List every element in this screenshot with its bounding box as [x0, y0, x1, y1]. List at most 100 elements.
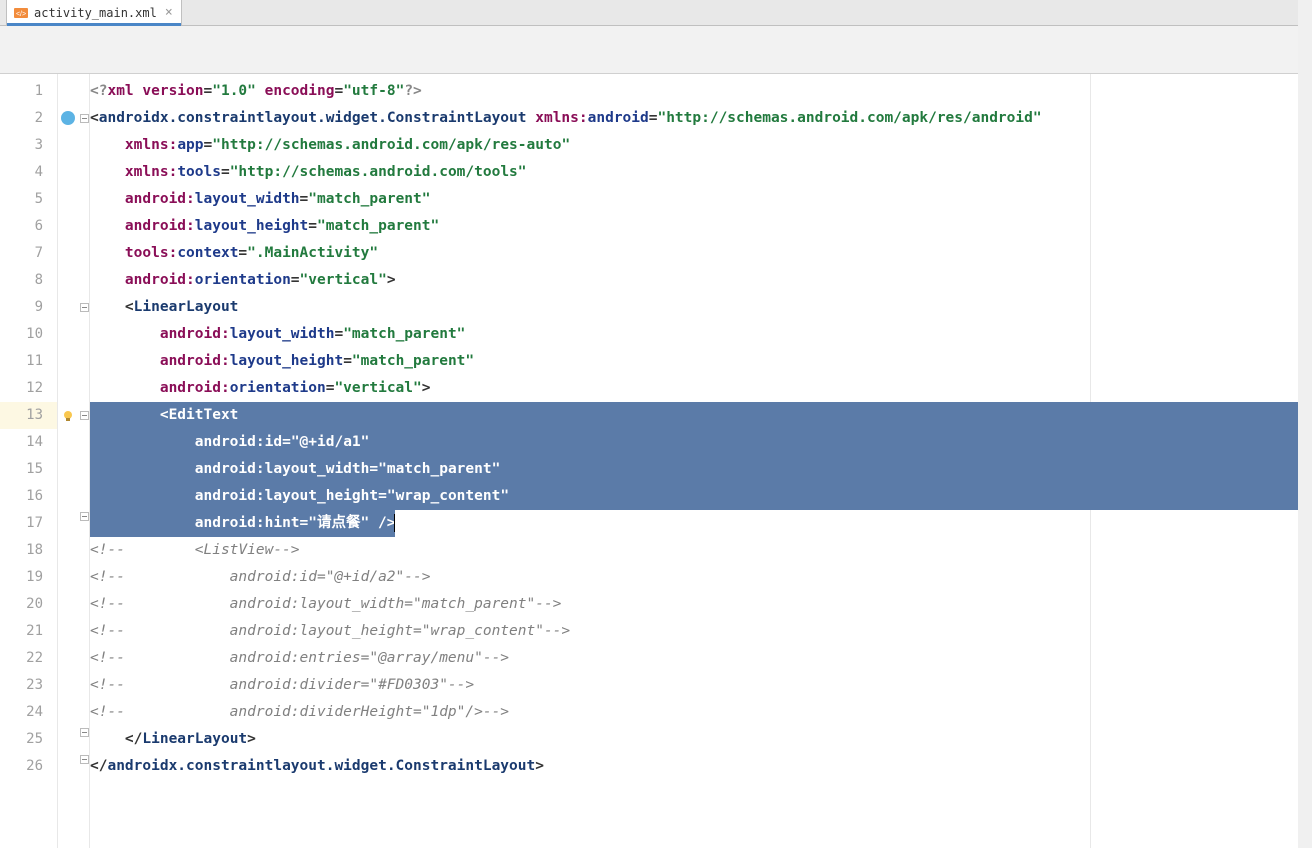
code-line[interactable]: <androidx.constraintlayout.widget.Constr… — [90, 105, 1312, 132]
line-number[interactable]: 15 — [0, 456, 57, 483]
line-number[interactable]: 17 — [0, 510, 57, 537]
code-line[interactable]: android:orientation="vertical"> — [90, 375, 1312, 402]
breadcrumb-area — [0, 26, 1312, 74]
code-line[interactable]: android:orientation="vertical"> — [90, 267, 1312, 294]
line-number[interactable]: 23 — [0, 672, 57, 699]
code-line[interactable]: <!-- android:layout_width="match_parent"… — [90, 591, 1312, 618]
svg-text:</>: </> — [16, 11, 26, 18]
marker-cell — [58, 618, 78, 645]
line-number[interactable]: 16 — [0, 483, 57, 510]
line-number[interactable]: 24 — [0, 699, 57, 726]
marker-cell — [58, 429, 78, 456]
fold-cell — [78, 213, 89, 240]
tab-label: activity_main.xml — [34, 6, 157, 20]
marker-cell — [58, 456, 78, 483]
marker-cell — [58, 591, 78, 618]
marker-cell — [58, 321, 78, 348]
code-line[interactable]: <!-- android:dividerHeight="1dp"/>--> — [90, 699, 1312, 726]
line-number[interactable]: 20 — [0, 591, 57, 618]
fold-toggle-icon[interactable] — [80, 303, 89, 312]
line-number[interactable]: 13 — [0, 402, 57, 429]
code-line[interactable]: <?xml version="1.0" encoding="utf-8"?> — [90, 78, 1312, 105]
code-line[interactable]: <!-- android:entries="@array/menu"--> — [90, 645, 1312, 672]
code-line[interactable]: <!-- android:layout_height="wrap_content… — [90, 618, 1312, 645]
line-number[interactable]: 1 — [0, 78, 57, 105]
fold-toggle-icon[interactable] — [80, 728, 89, 737]
marker-cell — [58, 537, 78, 564]
text-caret — [394, 514, 395, 532]
fold-cell — [78, 78, 89, 105]
tab-bar: </> activity_main.xml × — [0, 0, 1312, 26]
fold-cell — [78, 348, 89, 375]
line-number[interactable]: 2 — [0, 105, 57, 132]
line-number[interactable]: 7 — [0, 240, 57, 267]
line-number[interactable]: 11 — [0, 348, 57, 375]
code-line[interactable]: android:layout_width="match_parent" — [90, 456, 1312, 483]
marker-cell — [58, 672, 78, 699]
code-area[interactable]: <?xml version="1.0" encoding="utf-8"?><a… — [90, 74, 1312, 848]
code-line[interactable]: xmlns:app="http://schemas.android.com/ap… — [90, 132, 1312, 159]
code-line[interactable]: <EditText — [90, 402, 1312, 429]
line-number[interactable]: 5 — [0, 186, 57, 213]
code-line[interactable]: <!-- <ListView--> — [90, 537, 1312, 564]
line-number[interactable]: 26 — [0, 753, 57, 780]
code-line[interactable]: android:layout_width="match_parent" — [90, 321, 1312, 348]
code-line[interactable]: android:hint="请点餐" /> — [90, 510, 1312, 537]
line-number[interactable]: 10 — [0, 321, 57, 348]
line-number[interactable]: 22 — [0, 645, 57, 672]
fold-cell — [78, 429, 89, 456]
marker-cell — [58, 294, 78, 321]
code-line[interactable]: <!-- android:id="@+id/a2"--> — [90, 564, 1312, 591]
fold-cell — [78, 564, 89, 591]
line-number[interactable]: 3 — [0, 132, 57, 159]
editor[interactable]: 1234567891011121314151617181920212223242… — [0, 74, 1312, 848]
line-number[interactable]: 12 — [0, 375, 57, 402]
line-number[interactable]: 9 — [0, 294, 57, 321]
line-number[interactable]: 21 — [0, 618, 57, 645]
fold-cell — [78, 591, 89, 618]
code-line[interactable]: <!-- android:divider="#FD0303"--> — [90, 672, 1312, 699]
code-line[interactable]: xmlns:tools="http://schemas.android.com/… — [90, 159, 1312, 186]
fold-toggle-icon[interactable] — [80, 512, 89, 521]
line-number[interactable]: 25 — [0, 726, 57, 753]
line-number[interactable]: 8 — [0, 267, 57, 294]
line-number-gutter[interactable]: 1234567891011121314151617181920212223242… — [0, 74, 58, 848]
fold-toggle-icon[interactable] — [80, 114, 89, 123]
fold-cell — [78, 483, 89, 510]
intention-bulb-icon[interactable] — [58, 402, 78, 429]
code-line[interactable]: </androidx.constraintlayout.widget.Const… — [90, 753, 1312, 780]
line-number[interactable]: 6 — [0, 213, 57, 240]
marker-cell — [58, 186, 78, 213]
line-number[interactable]: 18 — [0, 537, 57, 564]
marker-cell — [58, 132, 78, 159]
code-line[interactable]: <LinearLayout — [90, 294, 1312, 321]
file-tab[interactable]: </> activity_main.xml × — [6, 0, 182, 25]
code-line[interactable]: </LinearLayout> — [90, 726, 1312, 753]
fold-cell — [78, 699, 89, 726]
code-line[interactable]: android:id="@+id/a1" — [90, 429, 1312, 456]
class-marker-icon[interactable] — [61, 111, 75, 125]
fold-cell — [78, 645, 89, 672]
marker-cell — [58, 213, 78, 240]
fold-cell — [78, 375, 89, 402]
fold-cell — [78, 186, 89, 213]
fold-cell — [78, 510, 89, 537]
line-number[interactable]: 19 — [0, 564, 57, 591]
close-tab-icon[interactable]: × — [165, 5, 173, 20]
code-line[interactable]: android:layout_height="wrap_content" — [90, 483, 1312, 510]
fold-cell — [78, 159, 89, 186]
code-line[interactable]: android:layout_height="match_parent" — [90, 348, 1312, 375]
marker-cell — [58, 510, 78, 537]
marker-cell — [58, 402, 78, 429]
line-number[interactable]: 4 — [0, 159, 57, 186]
fold-gutter[interactable] — [78, 74, 90, 848]
code-line[interactable]: android:layout_height="match_parent" — [90, 213, 1312, 240]
fold-cell — [78, 753, 89, 780]
fold-toggle-icon[interactable] — [80, 411, 89, 420]
code-line[interactable]: tools:context=".MainActivity" — [90, 240, 1312, 267]
fold-toggle-icon[interactable] — [80, 755, 89, 764]
code-line[interactable]: android:layout_width="match_parent" — [90, 186, 1312, 213]
line-number[interactable]: 14 — [0, 429, 57, 456]
fold-cell — [78, 726, 89, 753]
marker-cell — [58, 267, 78, 294]
